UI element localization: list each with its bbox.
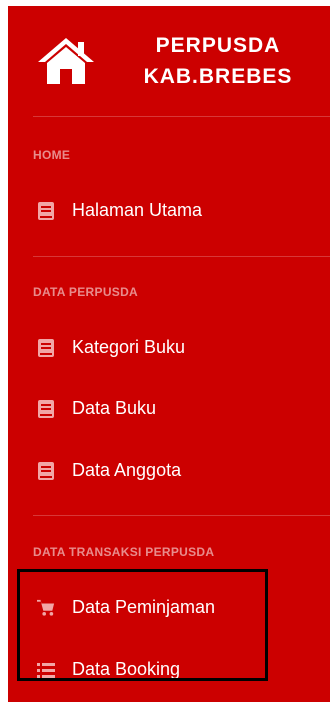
nav-label: Halaman Utama (72, 200, 203, 220)
nav-item-data-booking[interactable]: Data Booking (8, 650, 330, 690)
nav-item-data-buku[interactable]: Data Buku (8, 389, 330, 429)
nav-item-data-peminjaman[interactable]: Data Peminjaman (8, 588, 330, 628)
book-icon (37, 339, 55, 357)
home-icon (38, 38, 94, 84)
sidebar: PERPUSDA KAB.BREBES HOME Halaman Utama D… (8, 6, 330, 702)
brand[interactable]: PERPUSDA KAB.BREBES (8, 6, 330, 114)
list-icon (37, 661, 55, 679)
divider (33, 515, 330, 516)
section-heading-data-transaksi: DATA TRANSAKSI PERPUSDA (33, 545, 215, 559)
section-heading-home: HOME (33, 148, 71, 162)
cart-icon (37, 599, 55, 617)
brand-line1: PERPUSDA (155, 34, 281, 57)
nav-label: Data Booking (72, 659, 181, 679)
nav-item-data-anggota[interactable]: Data Anggota (8, 451, 330, 491)
divider (33, 256, 330, 257)
brand-line2: KAB.BREBES (143, 65, 293, 88)
nav-label: Data Anggota (72, 460, 182, 480)
nav-label: Kategori Buku (72, 337, 186, 357)
nav-item-kategori-buku[interactable]: Kategori Buku (8, 328, 330, 368)
brand-title: PERPUSDA KAB.BREBES (113, 30, 323, 92)
book-icon (37, 202, 55, 220)
nav-item-halaman-utama[interactable]: Halaman Utama (8, 191, 330, 231)
nav-label: Data Buku (72, 398, 157, 418)
nav-label: Data Peminjaman (72, 597, 216, 617)
section-heading-data-perpusda: DATA PERPUSDA (33, 285, 139, 299)
book-icon (37, 400, 55, 418)
divider (33, 116, 330, 117)
book-icon (37, 462, 55, 480)
